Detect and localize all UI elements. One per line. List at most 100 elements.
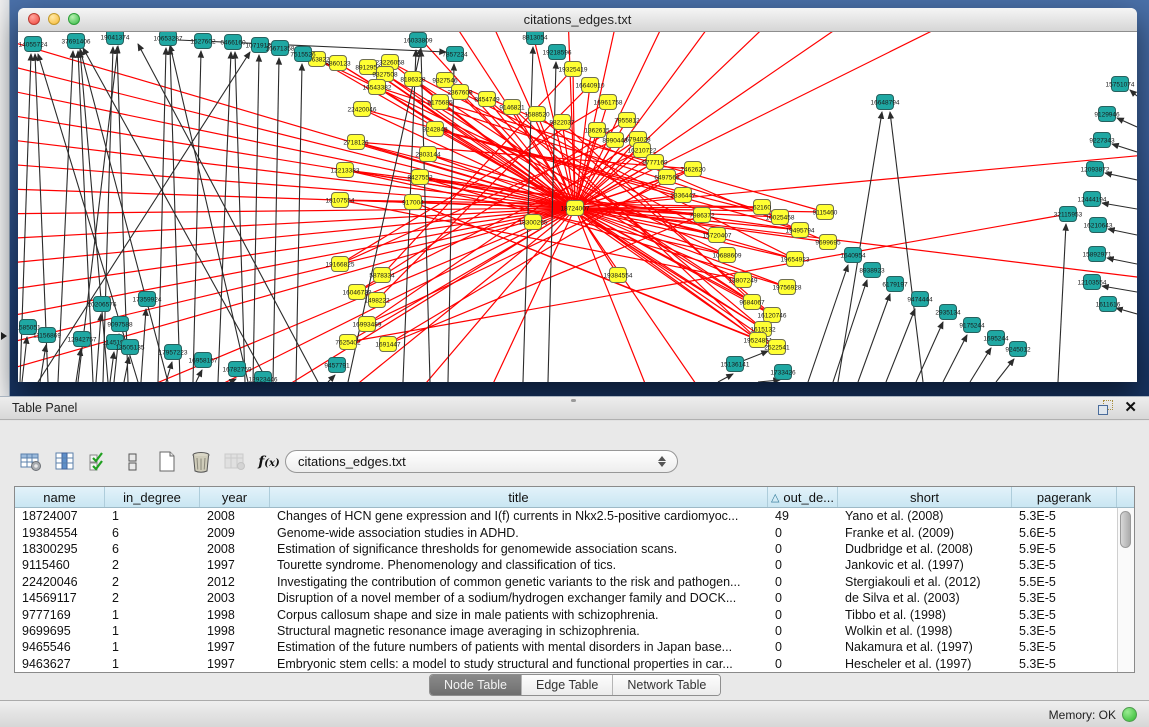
network-node-label: 10025458	[766, 214, 795, 221]
column-header-out_de[interactable]: △out_de...	[768, 487, 838, 507]
network-window-titlebar[interactable]: citations_edges.txt	[18, 8, 1137, 32]
column-header-name[interactable]: name	[15, 487, 105, 507]
network-node-label: 32115953	[1054, 211, 1083, 218]
table-selector-dropdown[interactable]: citations_edges.txt	[285, 450, 678, 473]
network-node-label: 16210643	[1084, 222, 1113, 229]
network-node-label: 1362615	[584, 127, 610, 134]
table-cell: Stergiakouli et al. (2012)	[838, 575, 1012, 589]
table-cell: 1997	[200, 640, 270, 654]
table-cell: 5.3E-5	[1012, 624, 1117, 638]
citation-network-graph[interactable]: 1872400774638228860123891295423226058932…	[18, 32, 1137, 382]
network-node-label: 2935134	[935, 309, 961, 316]
table-body: 1872400712008Changes of HCN gene express…	[15, 508, 1117, 672]
delete-table-icon[interactable]	[188, 449, 214, 475]
table-cell: Dudbridge et al. (2008)	[838, 542, 1012, 556]
network-node-label: 16961758	[594, 99, 623, 106]
network-node-label: 1691447	[375, 341, 401, 348]
network-edge	[40, 345, 46, 382]
network-node-label: 15720407	[703, 232, 732, 239]
table-row[interactable]: 1938455462009Genome-wide association stu…	[15, 524, 1117, 540]
network-node-label: 8938923	[859, 267, 885, 274]
table-cell: 0	[768, 542, 838, 556]
network-edge	[838, 112, 882, 382]
tab-edge-table[interactable]: Edge Table	[522, 675, 613, 695]
table-row[interactable]: 2242004622012Investigating the contribut…	[15, 574, 1117, 590]
splitter-handle[interactable]	[571, 399, 576, 402]
column-header-pagerank[interactable]: pagerank	[1012, 487, 1117, 507]
table-row[interactable]: 1830029562008Estimation of significance …	[15, 541, 1117, 557]
table-cell: 0	[768, 657, 838, 671]
network-node-label: 19325419	[559, 66, 588, 73]
network-edge	[1130, 90, 1137, 96]
network-node-label: 12444194	[1078, 196, 1107, 203]
network-edge	[1105, 173, 1137, 180]
table-cell: 5.3E-5	[1012, 608, 1117, 622]
table-cell: 2	[105, 575, 200, 589]
row-height-icon[interactable]	[120, 449, 146, 475]
table-cell: Franke et al. (2009)	[838, 526, 1012, 540]
table-row[interactable]: 1456911722003Disruption of a novel membe…	[15, 590, 1117, 606]
table-scrollbar-thumb[interactable]	[1120, 511, 1131, 548]
table-cell: Genome-wide association studies in ADHD.	[270, 526, 768, 540]
table-row[interactable]: 1872400712008Changes of HCN gene express…	[15, 508, 1117, 524]
import-table-icon-disabled	[222, 449, 248, 475]
network-canvas[interactable]: 1872400774638228860123891295423226058932…	[18, 32, 1137, 382]
table-cell: 5.3E-5	[1012, 558, 1117, 572]
network-node-label: 18300295	[519, 219, 548, 226]
network-node-label: 1640954	[840, 252, 866, 259]
network-node-label: 8860123	[325, 60, 351, 67]
network-edge	[22, 337, 27, 382]
memory-status-indicator[interactable]	[1122, 707, 1137, 722]
table-cell: 0	[768, 526, 838, 540]
network-node-label: 19041374	[101, 34, 130, 41]
table-row[interactable]: 911546021997Tourette syndrome. Phenomeno…	[15, 557, 1117, 573]
network-node-label: 917004	[402, 199, 424, 206]
show-columns-icon[interactable]	[52, 449, 78, 475]
network-node-label: 19166825	[326, 261, 355, 268]
table-cell: Yano et al. (2008)	[838, 509, 1012, 523]
network-node-label: 7515526	[290, 51, 316, 58]
table-cell: 0	[768, 558, 838, 572]
column-header-year[interactable]: year	[200, 487, 270, 507]
table-row[interactable]: 977716911998Corpus callosum shape and si…	[15, 606, 1117, 622]
function-builder-icon[interactable]: f(x)	[256, 449, 282, 475]
table-cell: 0	[768, 624, 838, 638]
network-node-label: 9129946	[1094, 111, 1120, 118]
panel-collapse-arrow[interactable]	[1, 332, 7, 340]
table-scrollbar	[1117, 508, 1134, 672]
network-node-label: 12103554	[1078, 279, 1107, 286]
table-row[interactable]: 946554611997Estimation of the future num…	[15, 639, 1117, 655]
network-node-label: 9175244	[959, 322, 985, 329]
memory-status-label: Memory: OK	[1049, 708, 1116, 722]
network-node-label: 8427552	[407, 174, 433, 181]
column-header-title[interactable]: title	[270, 487, 768, 507]
network-node-label: 2522541	[764, 344, 790, 351]
tab-network-table[interactable]: Network Table	[613, 675, 720, 695]
filter-columns-icon[interactable]	[86, 449, 112, 475]
network-edge	[18, 208, 575, 294]
close-panel-icon[interactable]: ✕	[1124, 400, 1137, 416]
network-node-label: 16782759	[223, 366, 252, 373]
float-panel-icon[interactable]	[1098, 400, 1114, 416]
network-edge	[886, 309, 915, 382]
network-node-label: 16120746	[758, 312, 787, 319]
create-table-icon[interactable]	[154, 449, 180, 475]
table-cell: Corpus callosum shape and size in male p…	[270, 608, 768, 622]
table-cell: 0	[768, 608, 838, 622]
table-toolbar: f(x)	[18, 447, 290, 477]
column-header-in_degree[interactable]: in_degree	[105, 487, 200, 507]
network-node-label: 20206576	[88, 301, 117, 308]
table-row[interactable]: 946362711997Embryonic stem cells: a mode…	[15, 656, 1117, 672]
table-row[interactable]: 969969511998Structural magnetic resonanc…	[15, 623, 1117, 639]
table-cell: 14569117	[15, 591, 105, 605]
network-edge	[158, 48, 166, 382]
modify-table-settings-icon[interactable]	[18, 449, 44, 475]
network-node-label: 16543382	[363, 84, 392, 91]
network-node-label: 11156869	[33, 332, 61, 339]
column-header-short[interactable]: short	[838, 487, 1012, 507]
table-cell: 1	[105, 640, 200, 654]
table-cell: 9463627	[15, 657, 105, 671]
network-node-label: 9327508	[372, 71, 398, 78]
node-table: namein_degreeyeartitle△out_de...shortpag…	[14, 486, 1135, 673]
tab-node-table[interactable]: Node Table	[430, 675, 522, 695]
